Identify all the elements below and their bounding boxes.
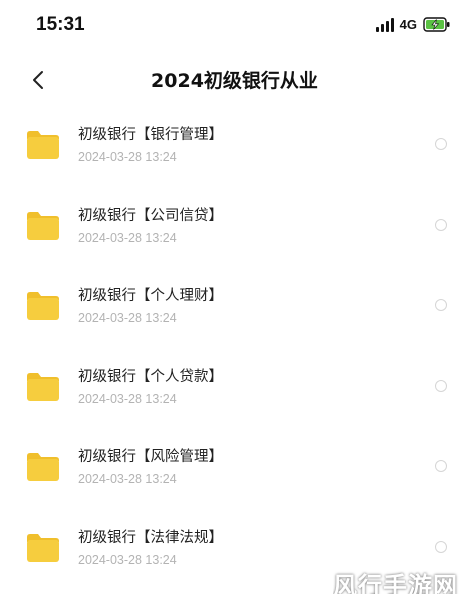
file-date: 2024-03-28 13:24 [78,391,177,406]
folder-icon [27,533,59,562]
signal-strength-icon [375,17,394,32]
status-time: 15:31 [36,14,85,35]
file-row-banking-management[interactable]: 初级银行【银行管理】 2024-03-28 13:24 [0,105,469,186]
file-row-personal-finance[interactable]: 初级银行【个人理财】 2024-03-28 13:24 [0,266,469,347]
file-name: 初级银行【法律法规】 [78,529,223,546]
folder-icon [27,372,59,401]
file-date: 2024-03-28 13:24 [78,552,177,567]
file-date: 2024-03-28 13:24 [78,472,177,487]
folder-icon [27,292,59,321]
battery-charging-icon [423,17,450,32]
watermark: 风行手游网 [333,572,458,594]
select-radio-button[interactable] [435,138,447,150]
folder-icon [27,453,59,482]
file-name: 初级银行【公司信贷】 [78,207,223,224]
select-radio-button[interactable] [435,379,447,392]
status-indicators: 4G [375,17,451,32]
file-row-risk-management[interactable]: 初级银行【风险管理】 2024-03-28 13:24 [0,427,469,508]
file-row-corporate-credit[interactable]: 初级银行【公司信贷】 2024-03-28 13:24 [0,186,469,267]
navigation-bar: 2024初级银行从业 [0,56,469,104]
status-bar: 15:31 4G [0,0,469,56]
select-radio-button[interactable] [435,540,447,553]
file-name: 初级银行【银行管理】 [78,127,223,143]
folder-icon [27,131,59,159]
file-date: 2024-03-28 13:24 [78,311,177,326]
select-radio-button[interactable] [435,218,447,231]
select-radio-button[interactable] [435,299,447,312]
file-date: 2024-03-28 13:24 [78,230,177,245]
file-date: 2024-03-28 13:24 [78,150,177,164]
file-name: 初级银行【个人理财】 [78,288,223,305]
file-list: 初级银行【银行管理】 2024-03-28 13:24 初级银行【公司信贷】 2… [0,105,469,589]
select-radio-button[interactable] [435,460,447,473]
file-row-personal-loans[interactable]: 初级银行【个人贷款】 2024-03-28 13:24 [0,347,469,428]
file-name: 初级银行【个人贷款】 [78,368,223,385]
network-type-label: 4G [399,17,417,32]
folder-icon [27,211,59,240]
file-name: 初级银行【风险管理】 [78,449,223,466]
page-title: 2024初级银行从业 [151,70,318,92]
